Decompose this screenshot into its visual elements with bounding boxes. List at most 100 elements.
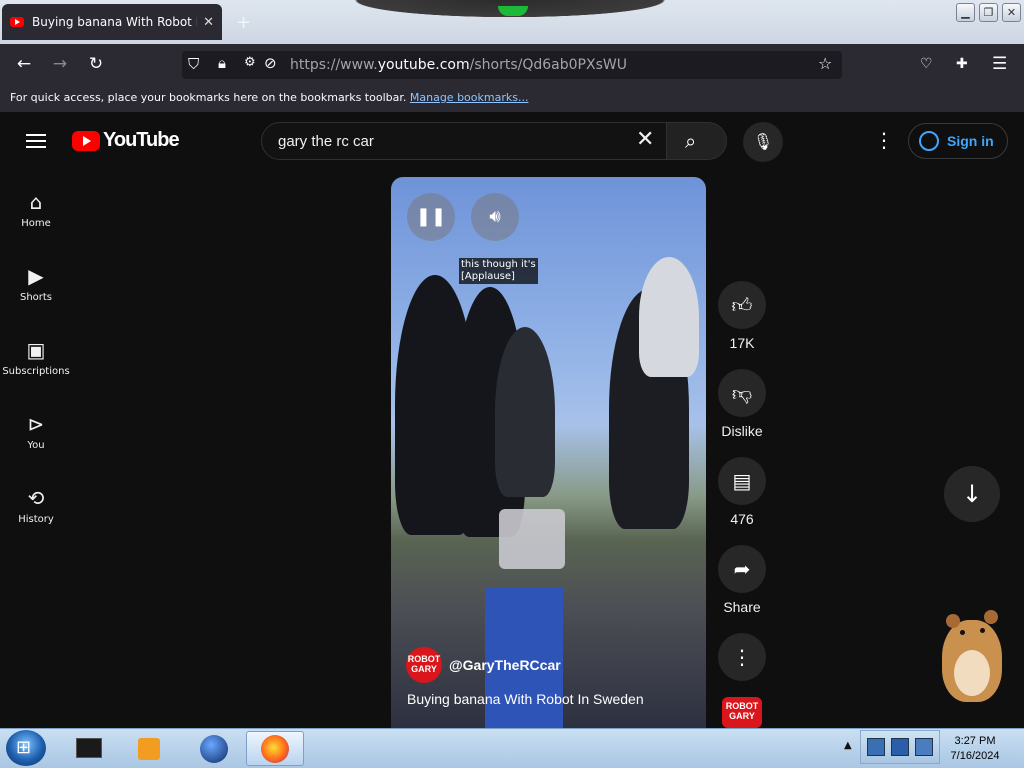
share-label: Share bbox=[723, 599, 761, 615]
channel-avatar[interactable]: ROBOT GARY bbox=[406, 647, 442, 683]
clear-search-icon[interactable]: ✕ bbox=[636, 127, 654, 152]
more-icon: ⋮ bbox=[732, 645, 752, 669]
browser-tab[interactable]: Buying banana With Robot In S ✕ bbox=[2, 4, 222, 40]
subscriptions-icon: ▣ bbox=[26, 338, 46, 362]
pocket-icon[interactable]: ♡ bbox=[920, 56, 933, 72]
video-basket bbox=[499, 509, 565, 569]
windows-logo-icon: ⊞ bbox=[16, 737, 32, 758]
terminal-icon bbox=[76, 738, 102, 758]
clock-time: 3:27 PM bbox=[954, 735, 996, 747]
tab-close-icon[interactable]: ✕ bbox=[203, 15, 214, 30]
shield-icon[interactable]: ⛉ bbox=[188, 55, 199, 73]
bookmarks-toolbar: For quick access, place your bookmarks h… bbox=[0, 86, 1024, 112]
next-video-button[interactable]: ↓ bbox=[944, 466, 1000, 522]
tray-app-icon[interactable] bbox=[867, 738, 885, 756]
extensions-icon[interactable]: ✚ bbox=[956, 56, 968, 72]
arrow-down-icon: ↓ bbox=[961, 480, 983, 508]
youtube-logo-text[interactable]: YouTube bbox=[103, 129, 180, 152]
search-query[interactable]: gary the rc car bbox=[278, 133, 374, 150]
you-icon: ⊳ bbox=[27, 412, 45, 436]
taskbar-app-terminal[interactable] bbox=[60, 731, 118, 766]
guide-menu-icon[interactable] bbox=[26, 134, 46, 148]
avatar-text: GARY bbox=[729, 711, 755, 721]
firefox-icon bbox=[261, 735, 289, 763]
sidebar-item-you[interactable]: ⊳ You bbox=[0, 412, 72, 451]
new-tab-button[interactable]: + bbox=[236, 12, 251, 33]
reload-icon[interactable]: ↻ bbox=[84, 54, 108, 74]
start-button[interactable]: ⊞ bbox=[6, 730, 46, 766]
close-window-button[interactable]: ✕ bbox=[1002, 3, 1021, 22]
dislike-button[interactable]: 👎︎ bbox=[718, 369, 766, 417]
video-figure bbox=[495, 327, 555, 497]
sign-in-button[interactable]: Sign in bbox=[908, 123, 1008, 159]
comments-button[interactable]: ▤ bbox=[718, 457, 766, 505]
user-icon bbox=[919, 131, 939, 151]
volume-tray-icon[interactable] bbox=[915, 738, 933, 756]
lock-icon[interactable]: 🔒︎ bbox=[218, 54, 226, 72]
sidebar-label: Subscriptions bbox=[2, 366, 70, 377]
video-figure bbox=[639, 257, 699, 377]
sidebar-label: Home bbox=[21, 218, 51, 229]
taskbar-app-media-player[interactable] bbox=[122, 731, 180, 766]
bookmark-star-icon[interactable]: ☆ bbox=[818, 54, 832, 73]
share-icon: ➦ bbox=[733, 557, 751, 581]
hamster-eye bbox=[980, 628, 985, 633]
taskbar-app-firefox[interactable] bbox=[246, 731, 304, 766]
shorts-icon: ▶ bbox=[28, 264, 44, 288]
sidebar-item-home[interactable]: ⌂ Home bbox=[0, 190, 72, 229]
video-title[interactable]: Buying banana With Robot In Sweden bbox=[407, 691, 644, 707]
share-button[interactable]: ➦ bbox=[718, 545, 766, 593]
search-button[interactable]: ⌕ bbox=[666, 122, 727, 160]
video-caption: this though it's [Applause] bbox=[459, 258, 538, 284]
history-icon: ⟲ bbox=[27, 486, 45, 510]
shorts-video-player[interactable] bbox=[391, 177, 706, 728]
show-hidden-icons[interactable]: ▲ bbox=[844, 740, 852, 751]
permissions-icon[interactable]: ⚙ bbox=[244, 55, 256, 70]
sign-in-label: Sign in bbox=[947, 133, 994, 149]
url-text[interactable]: https://www.youtube.com/shorts/Qd6ab0PXs… bbox=[290, 57, 627, 73]
avatar-text: ROBOT bbox=[407, 654, 441, 664]
sidebar-label: History bbox=[18, 514, 54, 525]
caption-line: [Applause] bbox=[461, 271, 515, 282]
settings-more-icon[interactable]: ⋮ bbox=[874, 128, 894, 152]
hamster-belly bbox=[954, 650, 990, 696]
hamster-eye bbox=[960, 630, 965, 635]
avatar-text: ROBOT bbox=[725, 701, 759, 711]
youtube-logo-icon[interactable] bbox=[72, 131, 100, 151]
menu-icon[interactable]: ☰ bbox=[992, 54, 1007, 74]
comment-icon: ▤ bbox=[732, 469, 752, 493]
tab-title: Buying banana With Robot In S bbox=[32, 15, 197, 29]
manage-bookmarks-link[interactable]: Manage bookmarks... bbox=[410, 91, 529, 104]
media-player-icon bbox=[138, 738, 160, 760]
home-icon: ⌂ bbox=[29, 190, 43, 214]
search-input[interactable]: gary the rc car ✕ bbox=[261, 122, 667, 160]
more-actions-button[interactable]: ⋮ bbox=[718, 633, 766, 681]
sidebar-item-history[interactable]: ⟲ History bbox=[0, 486, 72, 525]
voice-search-icon[interactable]: 🎙︎ bbox=[743, 122, 783, 162]
pause-icon[interactable]: ❚❚ bbox=[407, 193, 455, 241]
globe-icon bbox=[200, 735, 228, 763]
taskbar-clock[interactable]: 3:27 PM 7/16/2024 bbox=[940, 734, 1010, 764]
volume-icon[interactable]: 🔊︎ bbox=[471, 193, 519, 241]
search-icon: ⌕ bbox=[685, 129, 697, 153]
sidebar-item-shorts[interactable]: ▶ Shorts bbox=[0, 264, 72, 303]
restore-button[interactable]: ❐ bbox=[979, 3, 998, 22]
sidebar-item-subscriptions[interactable]: ▣ Subscriptions bbox=[0, 338, 72, 377]
clock-date: 7/16/2024 bbox=[950, 750, 1000, 762]
minimize-button[interactable]: ▁ bbox=[956, 3, 975, 22]
like-button[interactable]: 👍︎ bbox=[718, 281, 766, 329]
autoplay-blocked-icon[interactable]: ⊘ bbox=[264, 54, 277, 72]
url-bar[interactable]: ⛉ 🔒︎ ⚙ ⊘ https://www.youtube.com/shorts/… bbox=[182, 51, 842, 79]
thumbs-down-icon: 👎︎ bbox=[731, 381, 753, 405]
comment-count: 476 bbox=[730, 511, 754, 527]
youtube-favicon-icon bbox=[10, 17, 24, 27]
back-icon[interactable]: ← bbox=[12, 54, 36, 74]
network-icon[interactable] bbox=[891, 738, 909, 756]
taskbar-app-globe[interactable] bbox=[184, 731, 242, 766]
forward-icon[interactable]: → bbox=[48, 54, 72, 74]
audio-track-thumbnail[interactable]: ROBOT GARY bbox=[722, 697, 762, 728]
channel-handle[interactable]: @GaryTheRCcar bbox=[449, 657, 561, 673]
avatar-text: GARY bbox=[411, 664, 437, 674]
caption-line: this though it's bbox=[461, 259, 536, 270]
hamster-ear bbox=[984, 610, 998, 624]
